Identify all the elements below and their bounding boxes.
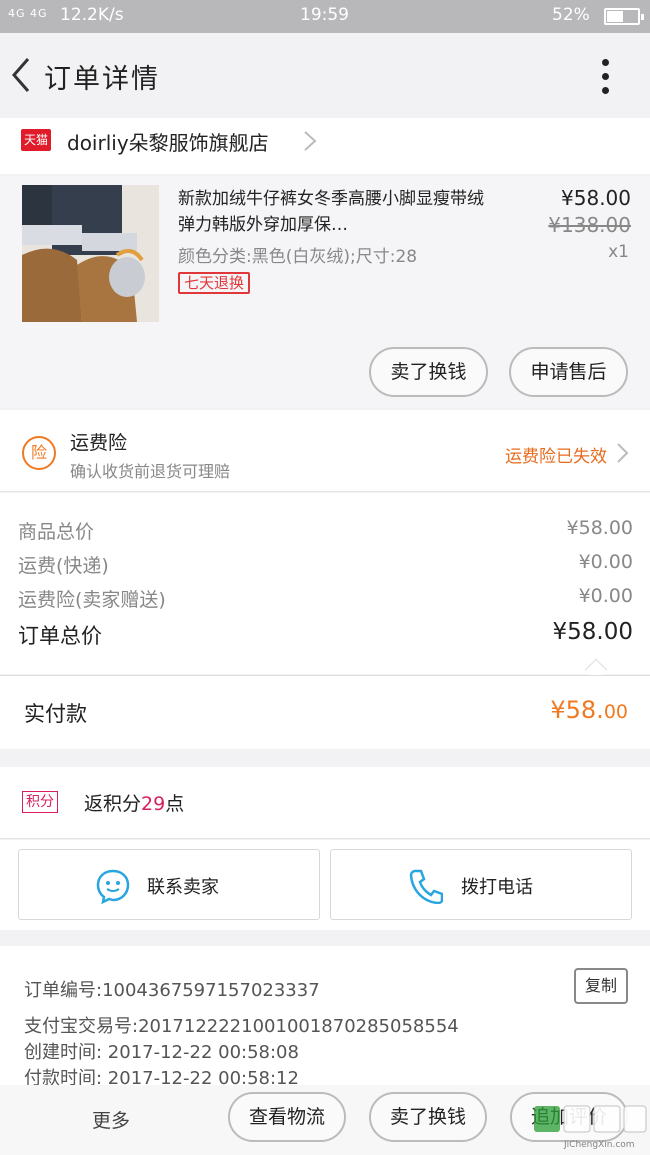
actual-payment-amount: ¥58.00 <box>550 696 628 724</box>
chevron-right-icon <box>617 443 629 463</box>
insurance-fee-value: ¥0.00 <box>578 585 633 607</box>
after-sale-button[interactable]: 申请售后 <box>509 347 628 397</box>
insurance-subtitle: 确认收货前退货可理赔 <box>70 462 231 481</box>
more-menu-button[interactable] <box>594 57 618 97</box>
chevron-left-icon <box>12 58 30 92</box>
price-breakdown: 商品总价 ¥58.00 运费(快递) ¥0.00 运费险(卖家赠送) ¥0.00… <box>0 493 650 682</box>
resell-button[interactable]: 卖了换钱 <box>369 347 488 397</box>
battery-percent: 52% <box>552 5 590 25</box>
insurance-icon: 险 <box>22 436 56 470</box>
resell-bottom-button[interactable]: 卖了换钱 <box>369 1092 487 1142</box>
goods-total-label: 商品总价 <box>18 521 95 543</box>
insurance-title: 运费险 <box>70 432 128 454</box>
battery-level <box>607 11 623 22</box>
product-price: ¥58.00 <box>561 186 631 210</box>
site-watermark: JiChengXin.com <box>530 1100 650 1155</box>
signal-indicator: 4G 4G <box>8 7 48 20</box>
contact-section: 联系卖家 拨打电话 <box>0 840 650 930</box>
points-row: 积分 返积分29点 <box>0 767 650 839</box>
insurance-fee-label: 运费险(卖家赠送) <box>18 589 166 611</box>
title-bar: 订单详情 <box>0 33 650 118</box>
product-quantity: x1 <box>608 242 629 262</box>
points-badge: 积分 <box>22 791 58 813</box>
shipping-insurance-row[interactable]: 险 运费险 确认收货前退货可理赔 运费险已失效 <box>0 410 650 492</box>
status-bar: 4G 4G 12.2K/s 19:59 52% <box>0 0 650 33</box>
product-card[interactable]: 新款加绒牛仔裤女冬季高腰小脚显瘦带绒弹力韩版外穿加厚保… 颜色分类:黑色(白灰绒… <box>0 176 650 408</box>
more-button[interactable]: 更多 <box>92 1106 130 1133</box>
page-title: 订单详情 <box>44 64 160 95</box>
shipping-fee-label: 运费(快递) <box>18 555 109 577</box>
call-phone-label: 拨打电话 <box>461 877 533 898</box>
goods-total-value: ¥58.00 <box>566 517 633 539</box>
shop-name[interactable]: doirliy朵黎服饰旗舰店 <box>67 127 269 156</box>
copy-order-number-button[interactable]: 复制 <box>574 968 628 1004</box>
contact-seller-label: 联系卖家 <box>147 877 219 898</box>
shipping-fee-value: ¥0.00 <box>578 551 633 573</box>
phone-icon <box>409 869 443 904</box>
points-text: 返积分29点 <box>84 793 185 815</box>
points-value: 29 <box>141 793 166 815</box>
insurance-status: 运费险已失效 <box>505 447 607 467</box>
product-title[interactable]: 新款加绒牛仔裤女冬季高腰小脚显瘦带绒弹力韩版外穿加厚保… <box>178 186 493 238</box>
tmall-logo: 天猫 <box>21 129 51 151</box>
back-button[interactable] <box>8 55 38 95</box>
contact-seller-button[interactable]: 联系卖家 <box>18 849 320 920</box>
call-phone-button[interactable]: 拨打电话 <box>330 849 632 920</box>
product-sku: 颜色分类:黑色(白灰绒);尺寸:28 <box>178 247 418 267</box>
product-original-price: ¥138.00 <box>548 213 631 237</box>
created-time: 创建时间: 2017-12-22 00:58:08 <box>24 1042 299 1063</box>
view-logistics-button[interactable]: 查看物流 <box>228 1092 346 1142</box>
product-image[interactable] <box>22 185 159 322</box>
actual-payment-row: 实付款 ¥58.00 <box>0 675 650 749</box>
order-total-value: ¥58.00 <box>552 619 633 645</box>
actual-payment-label: 实付款 <box>24 702 87 726</box>
chat-bubble-icon <box>96 869 130 904</box>
shop-header[interactable]: 天猫 doirliy朵黎服饰旗舰店 <box>0 118 650 174</box>
network-speed: 12.2K/s <box>60 5 124 25</box>
order-number: 订单编号:1004367597157023337 <box>24 980 320 1001</box>
alipay-number: 支付宝交易号:2017122221001001870285058554 <box>24 1016 459 1037</box>
more-vertical-icon <box>602 59 609 66</box>
clock: 19:59 <box>300 5 349 25</box>
order-total-label: 订单总价 <box>18 624 102 648</box>
return-policy-badge: 七天退换 <box>178 272 251 294</box>
battery-icon <box>604 8 644 25</box>
chevron-right-icon <box>304 131 317 151</box>
